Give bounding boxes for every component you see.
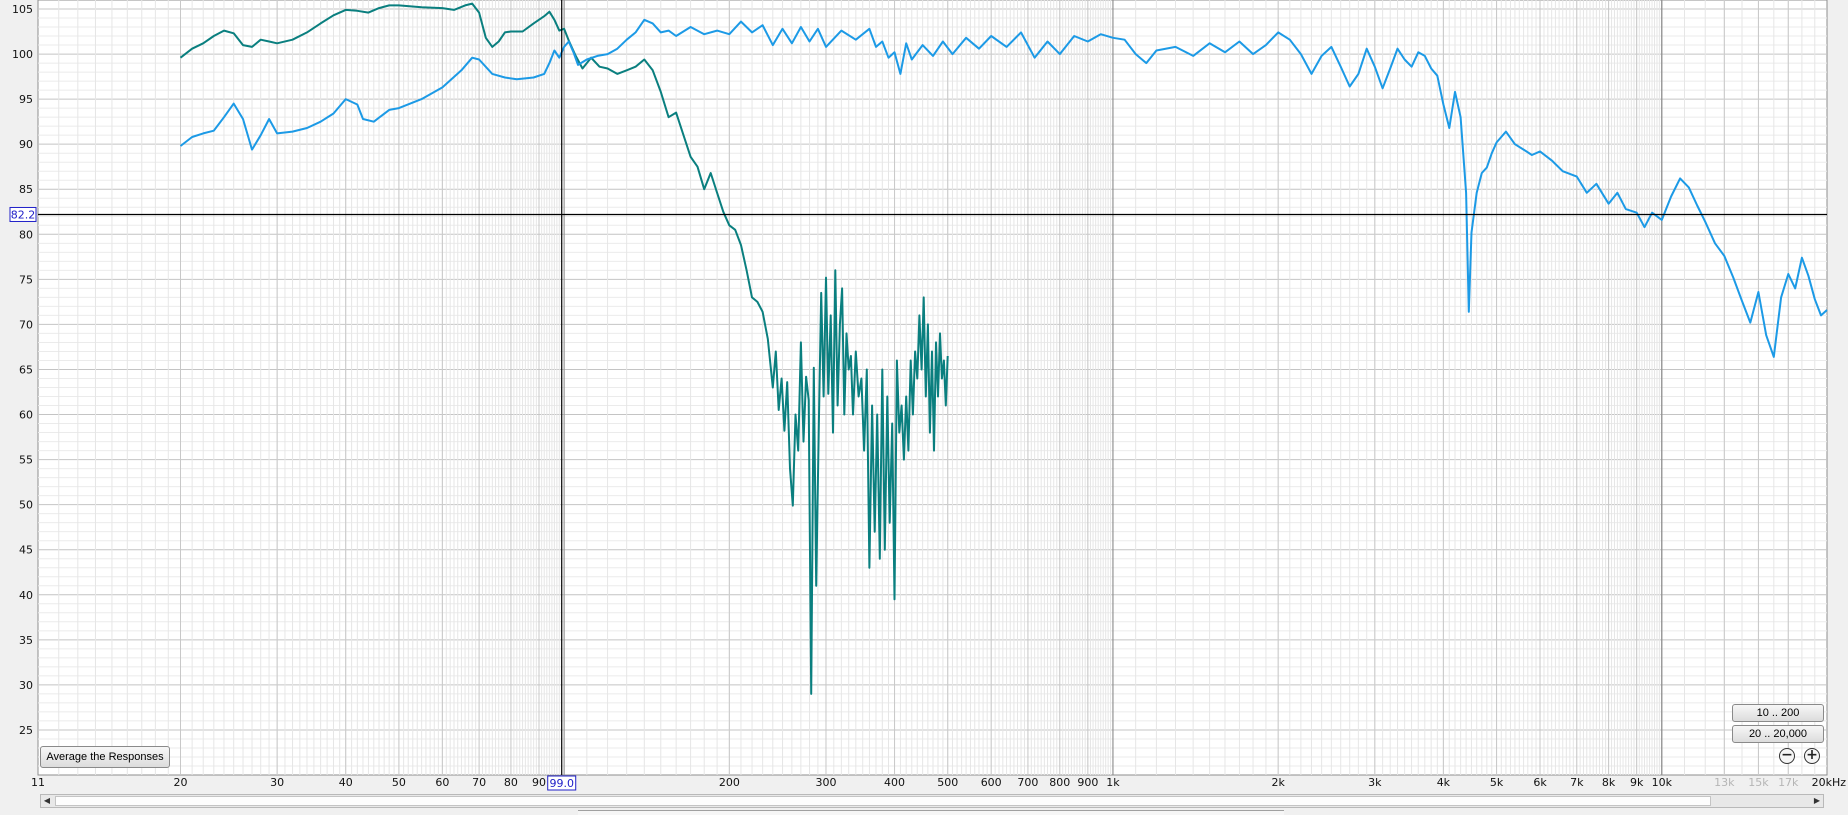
- x-tick-label: 400: [884, 776, 905, 789]
- x-tick-label: 500: [937, 776, 958, 789]
- y-tick-label: 30: [19, 679, 33, 692]
- x-tick-label: 5k: [1490, 776, 1504, 789]
- scrollbar-thumb[interactable]: [55, 796, 1711, 806]
- y-tick-label: 70: [19, 318, 33, 331]
- y-tick-label: 25: [19, 724, 33, 737]
- x-tick-label: 70: [472, 776, 486, 789]
- average-responses-button[interactable]: Average the Responses: [40, 746, 170, 768]
- x-tick-label: 3k: [1368, 776, 1382, 789]
- x-tick-label: 60: [435, 776, 449, 789]
- x-tick-label: 200: [719, 776, 740, 789]
- y-tick-label: 55: [19, 454, 33, 467]
- x-tick-label: 900: [1077, 776, 1098, 789]
- range-10-200-button[interactable]: 10 .. 200: [1732, 704, 1824, 722]
- y-tick-label: 40: [19, 589, 33, 602]
- x-tick-label: 13k: [1714, 776, 1735, 789]
- x-tick-label: 2k: [1271, 776, 1285, 789]
- y-tick-label: 85: [19, 183, 33, 196]
- x-tick-label: 15k: [1748, 776, 1769, 789]
- y-tick-label: 35: [19, 634, 33, 647]
- bottom-panel-edge: [578, 810, 1284, 815]
- x-tick-label: 80: [504, 776, 518, 789]
- x-tick-label: 8k: [1602, 776, 1616, 789]
- cursor-x-readout: 99.0: [549, 777, 574, 790]
- x-tick-label: 700: [1017, 776, 1038, 789]
- y-tick-label: 45: [19, 544, 33, 557]
- x-tick-label: 17k: [1778, 776, 1799, 789]
- x-tick-label: 6k: [1533, 776, 1547, 789]
- x-tick-label: 300: [815, 776, 836, 789]
- y-tick-label: 80: [19, 228, 33, 241]
- y-tick-label: 65: [19, 363, 33, 376]
- x-tick-label: 30: [270, 776, 284, 789]
- y-tick-label: 100: [12, 48, 33, 61]
- x-tick-label: 20kHz: [1812, 776, 1847, 789]
- horizontal-scrollbar[interactable]: ◀ ▶: [40, 794, 1824, 808]
- x-tick-label: 11: [31, 776, 45, 789]
- scroll-left-icon[interactable]: ◀: [41, 795, 53, 807]
- scroll-right-icon[interactable]: ▶: [1811, 795, 1823, 807]
- y-tick-label: 90: [19, 138, 33, 151]
- zoom-out-icon[interactable]: −: [1779, 748, 1795, 764]
- x-tick-label: 40: [339, 776, 353, 789]
- x-tick-label: 600: [981, 776, 1002, 789]
- x-tick-label: 10k: [1652, 776, 1673, 789]
- y-tick-label: 60: [19, 409, 33, 422]
- cursor-y-readout: 82.2: [11, 208, 36, 221]
- range-20-20000-button[interactable]: 20 .. 20,000: [1732, 725, 1824, 743]
- x-tick-label: 20: [173, 776, 187, 789]
- x-tick-label: 4k: [1437, 776, 1451, 789]
- y-tick-label: 105: [12, 3, 33, 16]
- zoom-in-icon[interactable]: +: [1804, 748, 1820, 764]
- x-tick-label: 1k: [1106, 776, 1120, 789]
- frequency-response-chart[interactable]: 25 30 35 40 45 50 55 60 65 70 75 80 85 90 95 100 105 11 20…: [0, 0, 1848, 814]
- y-tick-label: 95: [19, 93, 33, 106]
- y-tick-label: 50: [19, 499, 33, 512]
- x-tick-label: 50: [392, 776, 406, 789]
- x-tick-label: 9k: [1630, 776, 1644, 789]
- x-tick-label: 800: [1049, 776, 1070, 789]
- x-tick-label: 90: [532, 776, 546, 789]
- x-tick-label: 7k: [1570, 776, 1584, 789]
- y-tick-label: 75: [19, 273, 33, 286]
